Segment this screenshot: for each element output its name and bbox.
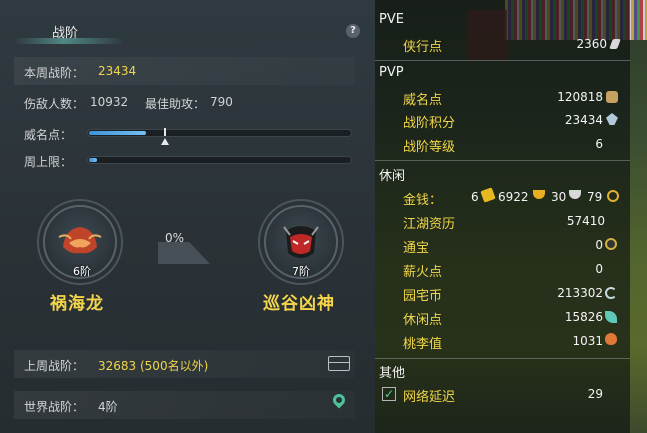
current-rank-level: 6阶	[73, 265, 91, 278]
weekly-rank-label: 本周战阶：	[24, 66, 85, 80]
pvp-item-label: 战阶等级	[403, 140, 456, 155]
ingot-icon	[480, 187, 496, 203]
world-rank-row: 世界战阶： 4阶	[14, 391, 355, 419]
money-silver-value: 6922	[498, 190, 529, 204]
other-section-title: 其他	[379, 366, 406, 381]
divider	[375, 160, 630, 161]
pvp-section-title: PVP	[379, 65, 404, 80]
assist-label: 最佳助攻：	[145, 97, 206, 111]
money-copper-value: 30	[551, 190, 567, 204]
prestige-label: 威名点：	[24, 128, 73, 142]
world-rank-value: 4阶	[98, 400, 118, 414]
weekly-cap-label: 周上限：	[24, 155, 73, 169]
next-rank-level: 7阶	[292, 265, 310, 278]
check-icon: ✓	[383, 387, 395, 401]
chest-icon[interactable]	[328, 356, 350, 371]
leisure-item-label: 薪火点	[403, 265, 443, 280]
money-label: 金钱：	[403, 193, 443, 208]
latency-checkbox[interactable]: ✓	[382, 387, 396, 401]
tongbao-coin-icon	[605, 238, 617, 250]
prestige-marker-icon	[161, 138, 169, 145]
coin-icon	[607, 190, 619, 202]
rank-progress-percent: 0%	[165, 231, 185, 245]
pve-item-value: 2360	[576, 37, 607, 51]
pvp-item-value: 23434	[564, 113, 603, 127]
money-gold-value: 6	[471, 190, 479, 204]
other-item-label: 网络延迟	[403, 390, 456, 405]
leisure-item-label: 江湖资历	[403, 217, 456, 232]
prestige-progress-fill	[89, 131, 147, 135]
pve-section-title: PVE	[379, 12, 404, 27]
pve-item-label: 侠行点	[403, 40, 443, 55]
other-item-value: 29	[587, 387, 603, 401]
leisure-item-label: 休闲点	[403, 313, 443, 328]
silver-ingot-icon	[569, 190, 581, 199]
last-week-label: 上周战阶：	[24, 359, 85, 373]
leisure-item-value: 15826	[564, 310, 603, 324]
leisure-item-label: 桃李值	[403, 337, 443, 352]
pvp-item-value: 120818	[557, 90, 603, 104]
crystal-icon	[606, 113, 618, 125]
world-rank-label: 世界战阶：	[24, 400, 85, 414]
damage-value: 10932	[90, 95, 129, 109]
battle-rank-panel: 战阶 ? 本周战阶： 23434 伤敌人数： 10932 最佳助攻： 790 威…	[0, 0, 375, 433]
panel-title: 战阶	[52, 26, 79, 41]
pvp-item-label: 威名点	[403, 93, 443, 108]
weekly-cap-bar	[87, 156, 352, 164]
leisure-item-label: 园宅币	[403, 289, 443, 304]
swirl-icon	[605, 287, 617, 299]
leaf-icon	[605, 311, 617, 323]
prestige-progress-bar	[87, 129, 352, 137]
current-rank-name: 祸海龙	[50, 294, 104, 314]
leisure-item-value: 0	[595, 262, 603, 276]
next-rank-name: 巡谷凶神	[263, 294, 335, 314]
weekly-rank-value: 23434	[98, 64, 137, 78]
help-icon[interactable]: ?	[346, 24, 360, 38]
pvp-item-value: 6	[595, 137, 603, 151]
money-extra-value: 79	[587, 190, 603, 204]
weekly-rank-row: 本周战阶： 23434	[14, 57, 355, 85]
divider	[375, 358, 630, 359]
leisure-item-value: 213302	[557, 286, 603, 300]
currency-overlay: PVE 侠行点 2360 PVP 威名点 120818 战阶积分 23434 战…	[375, 0, 647, 433]
assist-value: 790	[210, 95, 233, 109]
leisure-section-title: 休闲	[379, 169, 406, 184]
pvp-item-label: 战阶积分	[403, 116, 456, 131]
last-week-rank-row: 上周战阶： 32683 (500名以外)	[14, 350, 355, 378]
divider	[375, 60, 630, 61]
weekly-cap-fill	[89, 158, 97, 162]
leisure-item-value: 0	[595, 238, 603, 252]
gold-ingot-icon	[533, 190, 545, 199]
gourd-icon	[605, 333, 617, 345]
damage-label: 伤敌人数：	[24, 97, 85, 111]
leisure-item-label: 通宝	[403, 241, 430, 256]
prestige-marker-line	[164, 128, 166, 136]
leisure-item-value: 1031	[572, 334, 603, 348]
last-week-value: 32683 (500名以外)	[98, 359, 209, 373]
stats-list: PVE 侠行点 2360 PVP 威名点 120818 战阶积分 23434 战…	[375, 0, 630, 433]
badge-icon	[606, 91, 618, 103]
sword-icon	[609, 39, 621, 49]
leisure-item-value: 57410	[566, 214, 605, 228]
progress-arrow-icon	[158, 242, 210, 264]
